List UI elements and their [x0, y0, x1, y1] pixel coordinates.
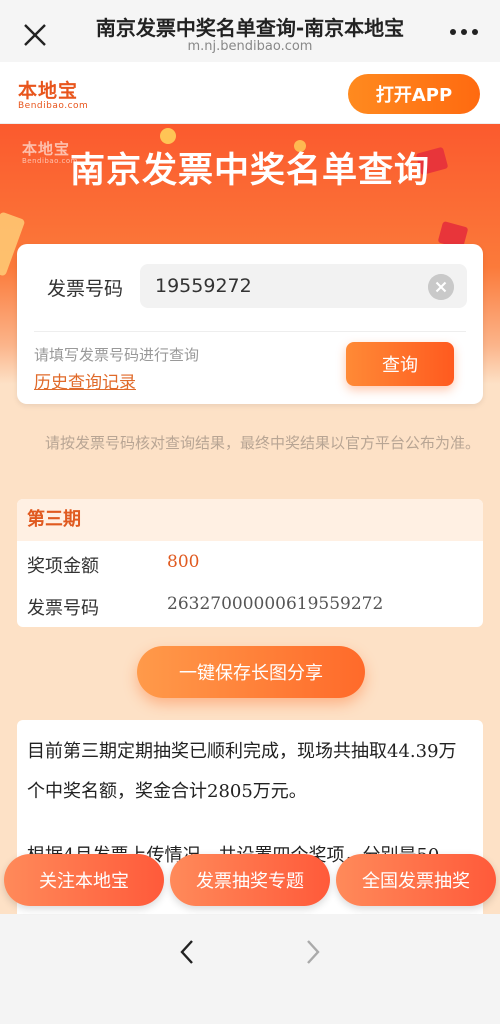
result-period: 第三期 — [17, 499, 483, 541]
banner-title: 南京发票中奖名单查询 — [69, 151, 430, 191]
divider — [34, 331, 466, 332]
open-app-button[interactable]: 打开APP — [348, 74, 480, 114]
coin-decoration-icon — [160, 128, 176, 144]
invoice-number-label: 发票号码 — [47, 278, 124, 300]
invoice-number-input[interactable] — [140, 264, 467, 308]
history-link[interactable]: 历史查询记录 — [34, 368, 136, 393]
forward-icon[interactable] — [302, 937, 324, 967]
page-url: m.nj.bendibao.com — [187, 39, 313, 54]
close-icon[interactable] — [20, 20, 50, 50]
topic-button[interactable]: 发票抽奖专题 — [170, 854, 330, 906]
follow-button[interactable]: 关注本地宝 — [4, 854, 164, 906]
amount-value: 800 — [167, 552, 200, 572]
wechat-top-bar: 南京发票中奖名单查询-南京本地宝 m.nj.bendibao.com — [0, 0, 500, 62]
logo-subtext: Bendibao.com — [18, 101, 89, 111]
notice-text: 请按发票号码核对查询结果，最终中奖结果以官方平台公布为准。 — [44, 434, 480, 452]
result-card: 第三期 奖项金额 800 发票号码 26327000000619559272 — [17, 499, 483, 627]
bottom-action-bar: 关注本地宝 发票抽奖专题 全国发票抽奖 — [0, 845, 500, 915]
query-button[interactable]: 查询 — [346, 342, 454, 386]
amount-label: 奖项金额 — [27, 556, 99, 577]
query-hint: 请填写发票号码进行查询 — [34, 346, 200, 364]
site-header: 本地宝 Bendibao.com 打开APP — [0, 62, 500, 124]
back-icon[interactable] — [176, 937, 198, 967]
query-card: 发票号码 请填写发票号码进行查询 历史查询记录 查询 — [17, 244, 483, 404]
national-lottery-button[interactable]: 全国发票抽奖 — [336, 854, 496, 906]
code-label: 发票号码 — [27, 598, 99, 619]
more-icon[interactable] — [450, 22, 480, 42]
browser-navigation — [0, 915, 500, 1024]
clear-input-icon[interactable] — [428, 274, 454, 300]
code-value: 26327000000619559272 — [167, 594, 384, 614]
site-logo[interactable]: 本地宝 Bendibao.com — [18, 76, 90, 112]
logo-text: 本地宝 — [18, 80, 79, 102]
article-paragraph: 目前第三期定期抽奖已顺利完成，现场共抽取44.39万个中奖名额，奖金合计2805… — [27, 741, 457, 802]
page-title: 南京发票中奖名单查询-南京本地宝 — [95, 16, 405, 40]
save-share-button[interactable]: 一键保存长图分享 — [137, 646, 365, 698]
main-content: 本地宝 Bendibao.com 南京发票中奖名单查询 发票号码 请填写发票号码… — [0, 124, 500, 914]
